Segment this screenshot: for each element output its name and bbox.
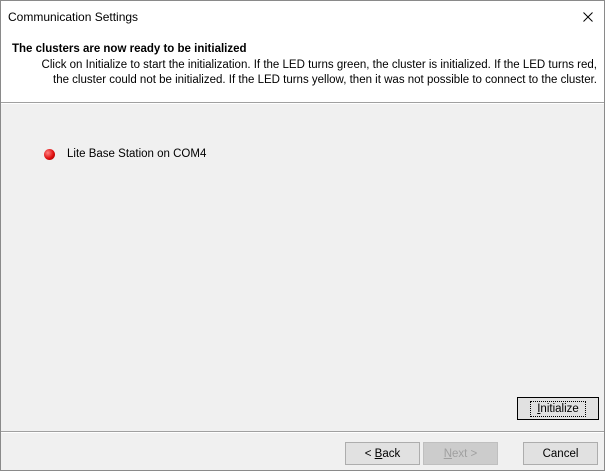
window-title: Communication Settings — [8, 10, 139, 24]
cluster-item: Lite Base Station on COM4 — [44, 148, 206, 160]
cancel-button[interactable]: Cancel — [523, 442, 598, 465]
next-button[interactable]: Next > — [423, 442, 498, 465]
title-bar: Communication Settings — [1, 1, 604, 32]
cluster-label: Lite Base Station on COM4 — [67, 148, 207, 160]
header-description-line-2: the cluster could not be initialized. If… — [53, 74, 597, 86]
cluster-list: Lite Base Station on COM4 — [1, 104, 604, 424]
footer-divider-highlight — [1, 432, 604, 433]
close-icon — [583, 11, 593, 22]
back-button-label: < Back — [364, 447, 401, 460]
header-description-line-1: Click on Initialize to start the initial… — [41, 59, 597, 71]
wizard-header: The clusters are now ready to be initial… — [1, 32, 604, 102]
initialize-button-label: Initialize — [530, 400, 586, 417]
communication-settings-dialog: Communication Settings The clusters are … — [0, 0, 605, 471]
cancel-button-label: Cancel — [542, 447, 579, 460]
back-button[interactable]: < Back — [345, 442, 420, 465]
header-title: The clusters are now ready to be initial… — [12, 43, 247, 55]
initialize-button[interactable]: Initialize — [517, 397, 599, 420]
next-button-label: Next > — [443, 447, 478, 460]
close-button[interactable] — [572, 1, 604, 32]
header-description: Click on Initialize to start the initial… — [13, 58, 597, 88]
next-mnemonic: N — [443, 447, 453, 460]
led-indicator-icon — [44, 148, 55, 160]
